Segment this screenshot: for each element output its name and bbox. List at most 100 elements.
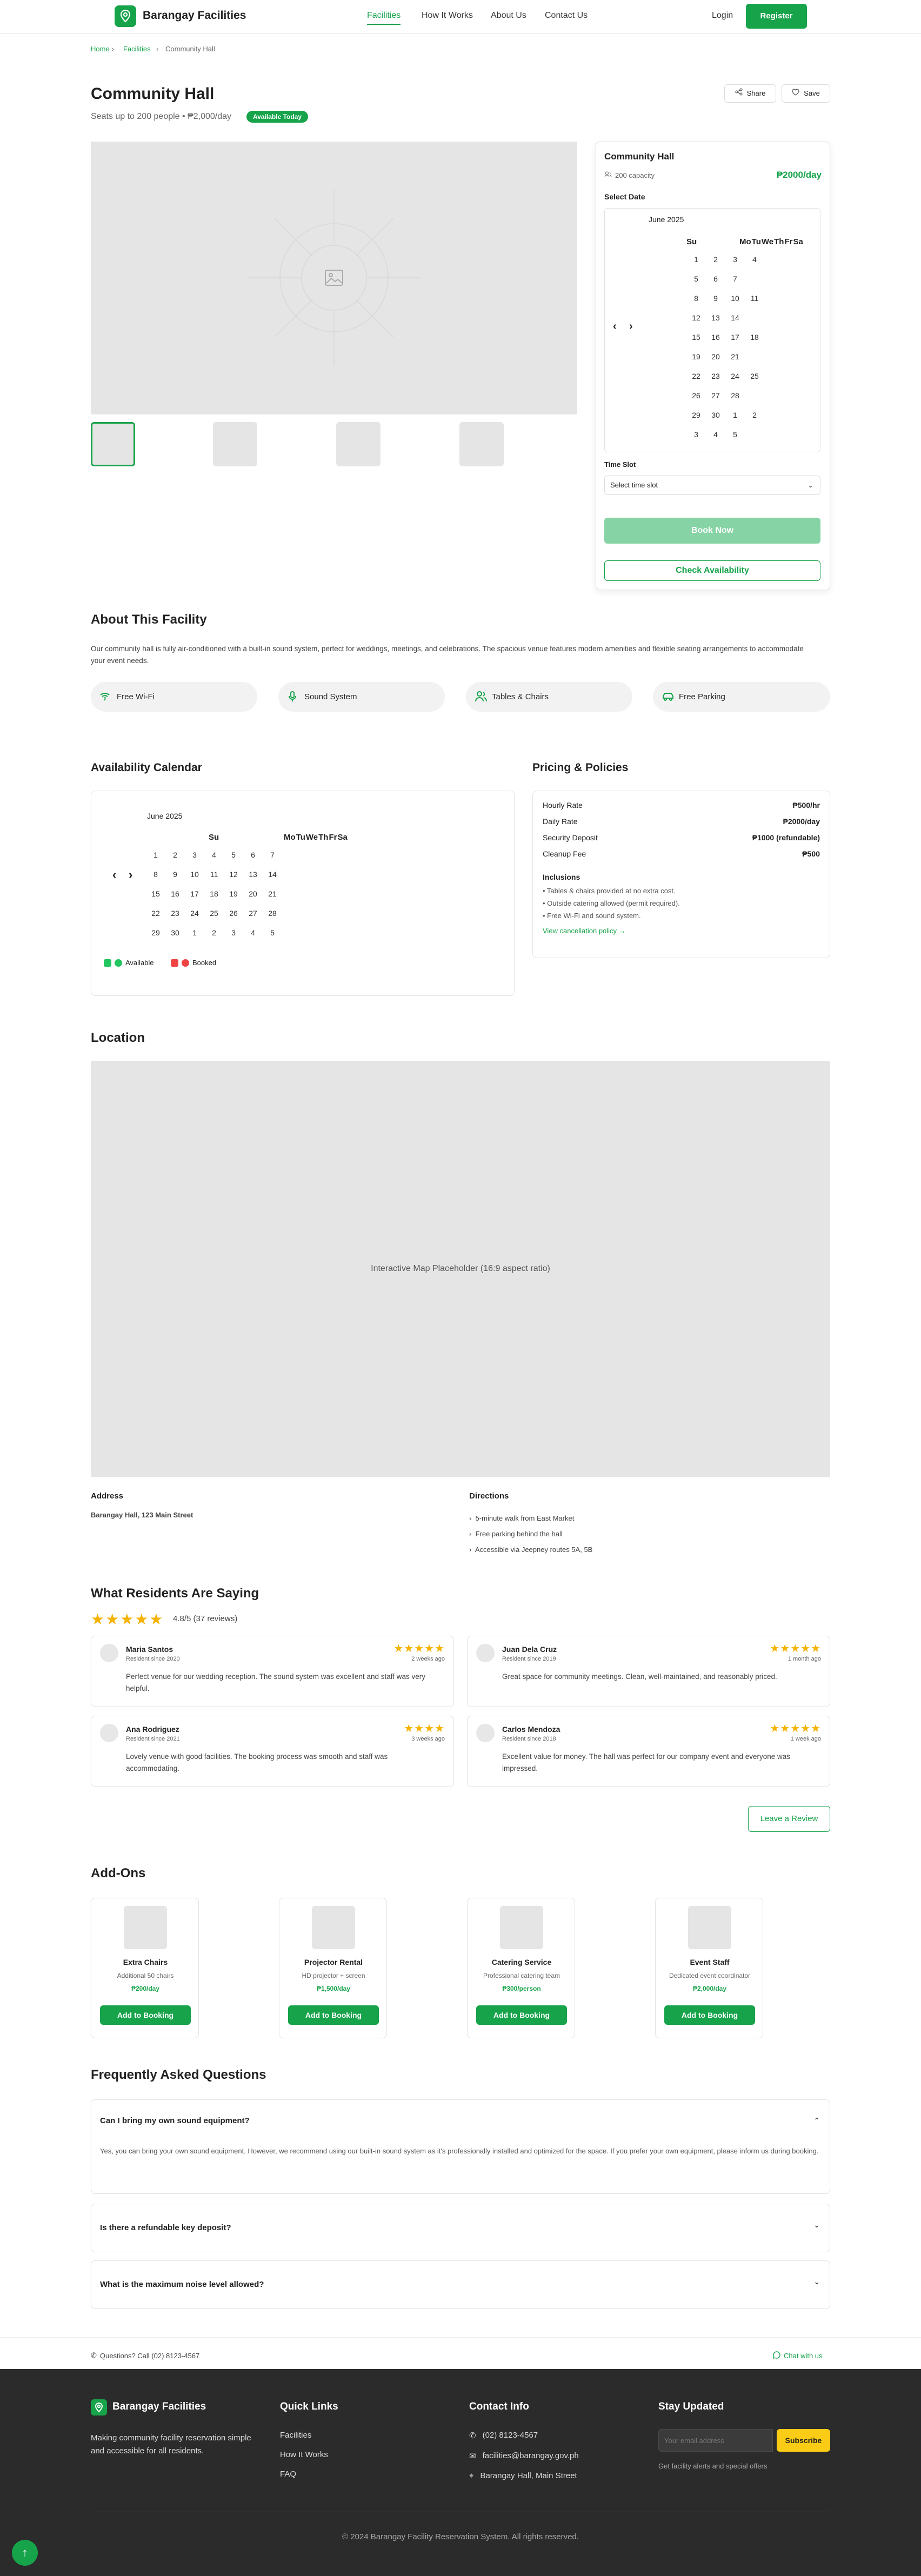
book-now-button[interactable]: Book Now (604, 518, 820, 544)
calendar-day[interactable]: 16 (165, 884, 185, 904)
calendar-day[interactable]: 3 (185, 845, 204, 865)
gallery-thumbnail[interactable] (91, 422, 135, 466)
back-to-top-button[interactable]: ↑ (12, 2540, 38, 2566)
calendar-next-icon[interactable]: › (629, 320, 633, 333)
calendar-day[interactable]: 4 (243, 923, 263, 942)
facility-main-image[interactable] (91, 142, 577, 414)
calendar-day[interactable]: 5 (725, 425, 745, 444)
calendar-day[interactable]: 19 (224, 884, 243, 904)
add-to-booking-button[interactable]: Add to Booking (100, 2005, 191, 2025)
calendar-day[interactable]: 30 (706, 405, 725, 425)
calendar-day[interactable]: 1 (686, 250, 706, 269)
calendar-day[interactable]: 2 (745, 405, 764, 425)
calendar-day[interactable]: 2 (204, 923, 224, 942)
calendar-day[interactable]: 4 (706, 425, 725, 444)
calendar-day[interactable]: 10 (185, 865, 204, 884)
cancellation-policy-link[interactable]: View cancellation policy → (543, 927, 626, 935)
login-link[interactable]: Login (712, 11, 733, 21)
calendar-day[interactable]: 6 (243, 845, 263, 865)
calendar-day[interactable]: 22 (146, 904, 165, 923)
calendar-day[interactable]: 22 (686, 366, 706, 386)
calendar-day[interactable]: 15 (686, 327, 706, 347)
calendar-day[interactable]: 21 (263, 884, 282, 904)
share-button[interactable]: Share (724, 84, 776, 103)
nav-contact-us[interactable]: Contact Us (545, 11, 588, 21)
calendar-day[interactable]: 15 (146, 884, 165, 904)
calendar-day[interactable]: 20 (706, 347, 725, 366)
calendar-day[interactable]: 20 (243, 884, 263, 904)
calendar-day[interactable]: 4 (204, 845, 224, 865)
add-to-booking-button[interactable]: Add to Booking (288, 2005, 379, 2025)
calendar-day[interactable]: 4 (745, 250, 764, 269)
calendar-day[interactable]: 5 (224, 845, 243, 865)
add-to-booking-button[interactable]: Add to Booking (664, 2005, 755, 2025)
calendar-day[interactable]: 24 (725, 366, 745, 386)
calendar-day[interactable]: 18 (745, 327, 764, 347)
calendar-day[interactable]: 25 (204, 904, 224, 923)
gallery-thumbnail[interactable] (213, 422, 257, 466)
breadcrumb-home[interactable]: Home (91, 45, 110, 53)
calendar-day[interactable]: 24 (185, 904, 204, 923)
calendar-day[interactable]: 1 (725, 405, 745, 425)
calendar-day[interactable]: 3 (725, 250, 745, 269)
calendar-day[interactable]: 28 (263, 904, 282, 923)
calendar-day[interactable]: 23 (165, 904, 185, 923)
calendar-day[interactable]: 5 (263, 923, 282, 942)
calendar-prev-icon[interactable]: ‹ (112, 868, 116, 882)
newsletter-email-input[interactable] (658, 2429, 773, 2452)
add-to-booking-button[interactable]: Add to Booking (476, 2005, 567, 2025)
calendar-day[interactable]: 28 (725, 386, 745, 405)
calendar-day[interactable]: 29 (146, 923, 165, 942)
leave-review-button[interactable]: Leave a Review (748, 1806, 830, 1832)
calendar-day[interactable]: 3 (686, 425, 706, 444)
calendar-day[interactable]: 5 (686, 269, 706, 289)
calendar-day[interactable]: 1 (185, 923, 204, 942)
footer-link-how-it-works[interactable]: How It Works (280, 2450, 328, 2459)
calendar-day[interactable]: 10 (725, 289, 745, 308)
calendar-day[interactable]: 13 (706, 308, 725, 327)
calendar-day[interactable]: 7 (725, 269, 745, 289)
calendar-day[interactable]: 11 (745, 289, 764, 308)
calendar-day[interactable]: 2 (706, 250, 725, 269)
calendar-day[interactable]: 27 (243, 904, 263, 923)
calendar-day[interactable]: 21 (725, 347, 745, 366)
calendar-day[interactable]: 27 (706, 386, 725, 405)
calendar-day[interactable]: 17 (185, 884, 204, 904)
gallery-thumbnail[interactable] (336, 422, 381, 466)
calendar-day[interactable]: 9 (706, 289, 725, 308)
calendar-day[interactable]: 19 (686, 347, 706, 366)
calendar-day[interactable]: 3 (224, 923, 243, 942)
brand-name[interactable]: Barangay Facilities (143, 9, 246, 22)
calendar-day[interactable]: 11 (204, 865, 224, 884)
footer-link-faq[interactable]: FAQ (280, 2470, 296, 2479)
nav-about-us[interactable]: About Us (491, 11, 526, 21)
calendar-day[interactable]: 2 (165, 845, 185, 865)
gallery-thumbnail[interactable] (459, 422, 504, 466)
calendar-day[interactable]: 6 (706, 269, 725, 289)
register-button[interactable]: Register (746, 4, 807, 29)
save-button[interactable]: Save (782, 84, 830, 103)
check-availability-button[interactable]: Check Availability (604, 560, 820, 581)
faq-item-expanded[interactable]: Can I bring my own sound equipment? ⌃ Ye… (91, 2099, 830, 2194)
calendar-day[interactable]: 9 (165, 865, 185, 884)
subscribe-button[interactable]: Subscribe (777, 2429, 830, 2452)
calendar-day[interactable]: 16 (706, 327, 725, 347)
calendar-day[interactable]: 8 (146, 865, 165, 884)
faq-item[interactable]: Is there a refundable key deposit? ⌄ (91, 2204, 830, 2252)
calendar-day[interactable]: 26 (224, 904, 243, 923)
calendar-day[interactable]: 18 (204, 884, 224, 904)
faq-item[interactable]: What is the maximum noise level allowed?… (91, 2260, 830, 2309)
chat-link[interactable]: Chat with us (773, 2351, 823, 2360)
calendar-day[interactable]: 26 (686, 386, 706, 405)
calendar-day[interactable]: 30 (165, 923, 185, 942)
calendar-day[interactable]: 7 (263, 845, 282, 865)
calendar-next-icon[interactable]: › (129, 868, 132, 882)
calendar-day[interactable]: 29 (686, 405, 706, 425)
calendar-day[interactable]: 13 (243, 865, 263, 884)
footer-link-facilities[interactable]: Facilities (280, 2431, 311, 2440)
time-slot-select[interactable]: Select time slot ⌄ (604, 476, 820, 495)
calendar-day[interactable]: 14 (725, 308, 745, 327)
calendar-day[interactable]: 25 (745, 366, 764, 386)
calendar-day[interactable]: 1 (146, 845, 165, 865)
calendar-day[interactable]: 23 (706, 366, 725, 386)
